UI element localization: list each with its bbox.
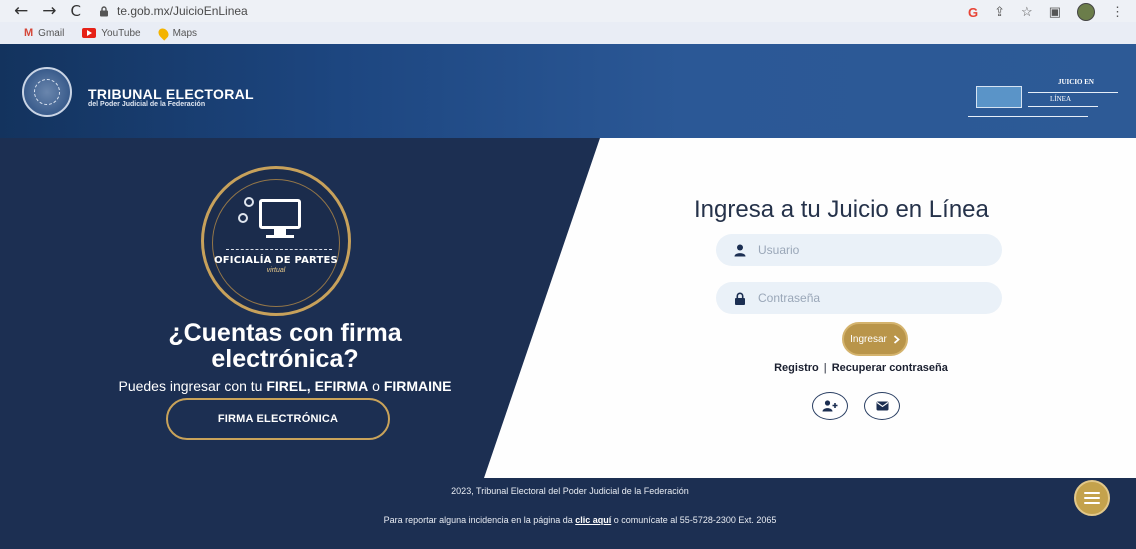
- description-prefix: Puedes ingresar con tu: [118, 378, 267, 394]
- contact-email-button[interactable]: [864, 392, 900, 420]
- firma-electronica-button[interactable]: FIRMA ELECTRÓNICA: [166, 398, 390, 440]
- username-input[interactable]: [758, 243, 978, 257]
- logo-text-line2: LÍNEA: [1050, 95, 1071, 103]
- national-seal-logo[interactable]: [22, 67, 72, 117]
- maps-icon: [156, 25, 171, 41]
- reload-icon[interactable]: C: [71, 3, 81, 19]
- report-prefix: Para reportar alguna incidencia en la pá…: [383, 515, 576, 525]
- sidepanel-icon[interactable]: ▣: [1049, 4, 1061, 20]
- chevron-right-icon: [893, 334, 900, 344]
- footer-copyright: 2023, Tribunal Electoral del Poder Judic…: [451, 486, 689, 496]
- report-link[interactable]: clic aquí: [575, 515, 611, 525]
- login-title: Ingresa a tu Juicio en Línea: [694, 196, 989, 223]
- envelope-icon: [876, 401, 888, 411]
- ingresar-button[interactable]: Ingresar: [842, 322, 908, 356]
- youtube-icon: [82, 28, 97, 38]
- bookmark-gmail[interactable]: M Gmail: [24, 27, 64, 39]
- firma-question: ¿Cuentas con firma electrónica?: [168, 319, 402, 373]
- forward-arrow-icon[interactable]: →: [42, 2, 56, 20]
- username-field[interactable]: [716, 234, 1002, 266]
- ingresar-label: Ingresar: [850, 333, 887, 345]
- gear-icon: [238, 213, 248, 223]
- star-icon[interactable]: ☆: [1021, 4, 1033, 20]
- google-icon[interactable]: G: [968, 5, 978, 20]
- hamburger-menu-button[interactable]: [1074, 480, 1110, 516]
- description-or: o: [368, 378, 384, 394]
- badge-title: OFICIALÍA DE PARTES: [214, 255, 338, 266]
- link-separator: |: [820, 362, 830, 374]
- menu-icon-bar: [1084, 492, 1100, 494]
- gear-icon: [244, 197, 254, 207]
- account-links: Registro | Recuperar contraseña: [756, 362, 966, 374]
- add-user-icon: [822, 400, 838, 412]
- oficialia-de-partes-badge: OFICIALÍA DE PARTES virtual: [201, 166, 351, 316]
- description-highlight: FIREL, EFIRMA: [266, 378, 369, 394]
- badge-subtitle: virtual: [266, 267, 286, 274]
- bookmarks-bar: M Gmail YouTube Maps: [0, 22, 1136, 44]
- juicio-en-linea-logo[interactable]: JUICIO EN LÍNEA: [968, 76, 1128, 126]
- add-user-button[interactable]: [812, 392, 848, 420]
- brand-subtitle: del Poder Judicial de la Federación: [88, 101, 206, 108]
- bookmark-label: Maps: [172, 27, 198, 39]
- back-arrow-icon[interactable]: ←: [14, 2, 28, 20]
- bookmark-label: Gmail: [38, 27, 65, 39]
- user-icon: [734, 244, 746, 256]
- description-highlight2: FIRMAINE: [383, 378, 452, 394]
- browser-toolbar: ← → C te.gob.mx/JuicioEnLinea G ⇪ ☆ ▣ ⋮: [0, 0, 1136, 22]
- password-field[interactable]: [716, 282, 1002, 314]
- bookmark-maps[interactable]: Maps: [156, 25, 198, 41]
- firma-description: Puedes ingresar con tu FIREL, EFIRMA o F…: [60, 378, 510, 394]
- profile-avatar[interactable]: [1077, 3, 1095, 21]
- logo-text-line1: JUICIO EN: [1058, 78, 1094, 86]
- address-bar[interactable]: te.gob.mx/JuicioEnLinea: [99, 4, 248, 18]
- password-input[interactable]: [758, 291, 978, 305]
- gmail-icon: M: [24, 27, 34, 39]
- recover-password-link[interactable]: Recuperar contraseña: [832, 362, 948, 374]
- footer-report: Para reportar alguna incidencia en la pá…: [250, 515, 910, 525]
- menu-icon-bar: [1084, 497, 1100, 499]
- site-header: TRIBUNAL ELECTORAL del Poder Judicial de…: [0, 44, 1136, 138]
- url-text: te.gob.mx/JuicioEnLinea: [116, 4, 248, 18]
- lock-icon: [735, 292, 745, 305]
- browser-actions: G ⇪ ☆ ▣ ⋮: [968, 3, 1124, 21]
- report-suffix: o comunícate al 55-5728-2300 Ext. 2065: [611, 515, 777, 525]
- bookmark-label: YouTube: [101, 27, 141, 39]
- share-icon[interactable]: ⇪: [994, 4, 1005, 20]
- courthouse-icon: [976, 86, 1022, 108]
- brand-title[interactable]: TRIBUNAL ELECTORAL: [88, 86, 254, 102]
- monitor-icon: [259, 199, 301, 229]
- register-link[interactable]: Registro: [774, 362, 819, 374]
- menu-icon-bar: [1084, 502, 1100, 504]
- bookmark-youtube[interactable]: YouTube: [82, 27, 141, 39]
- kebab-menu-icon[interactable]: ⋮: [1111, 4, 1124, 20]
- lock-icon: [99, 5, 108, 16]
